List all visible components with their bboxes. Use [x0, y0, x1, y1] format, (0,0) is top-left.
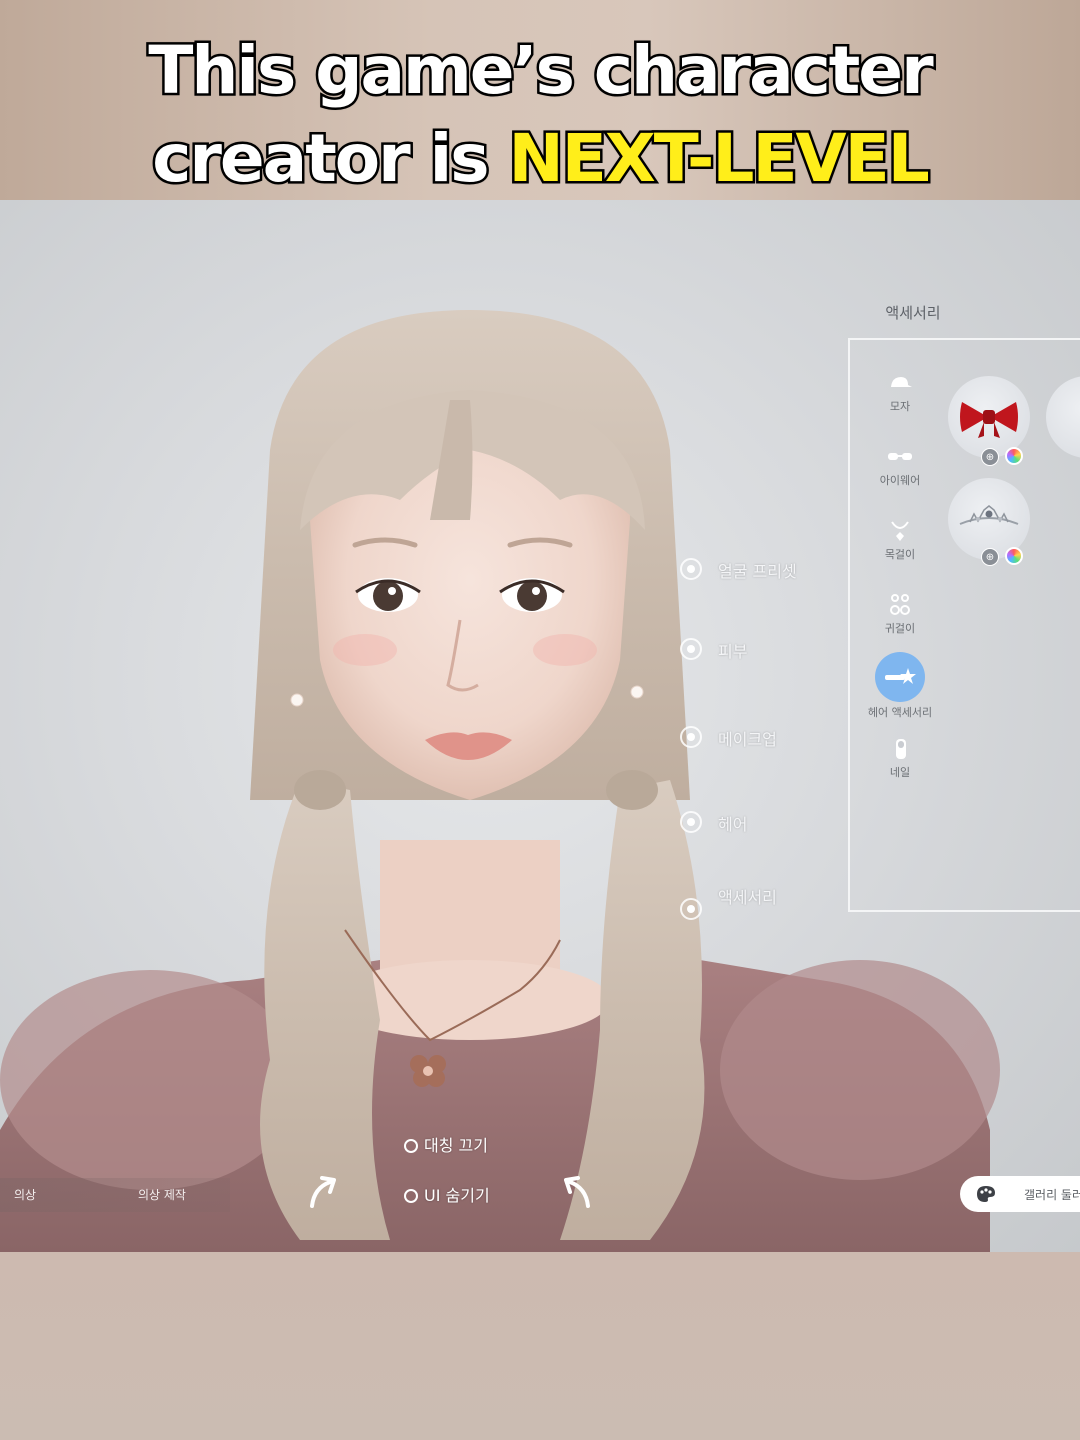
menu-label: 피부: [718, 642, 748, 661]
menu-dot: [680, 638, 702, 660]
toggle-label: UI 숨기기: [424, 1186, 490, 1205]
caption-line-1: This game’s character: [146, 30, 936, 112]
tab-costume-craft[interactable]: 의상 제작: [138, 1186, 186, 1203]
bottom-tab-bar: 의상 의상 제작: [0, 1178, 230, 1212]
menu-label: 얼굴 프리셋: [718, 562, 797, 581]
eyewear-icon: [888, 453, 912, 460]
palette-icon: [977, 1186, 995, 1202]
ribbon-icon: [960, 402, 1018, 438]
caption-highlight: NEXT-LEVEL: [506, 118, 932, 200]
category-necklace[interactable]: 목걸이: [862, 518, 938, 562]
category-label: 귀걸이: [884, 622, 916, 635]
nail-icon: [896, 739, 906, 759]
lock-icon: ⊕: [981, 448, 999, 466]
item-red-ribbon[interactable]: [948, 376, 1030, 458]
redo-arrow-icon[interactable]: [306, 1170, 340, 1210]
menu-label: 메이크업: [718, 730, 777, 749]
hair-accessory-icon: [885, 668, 916, 684]
category-nail[interactable]: 네일: [862, 736, 938, 780]
active-category-bubble: [875, 652, 925, 702]
color-wheel-icon[interactable]: [1005, 547, 1023, 565]
lock-icon: ⊕: [981, 548, 999, 566]
caption-banner: This game’s character creator is NEXT-LE…: [0, 0, 1080, 200]
caption-line-2: creator is NEXT-LEVEL: [0, 118, 1080, 200]
hat-icon: [891, 377, 912, 387]
necklace-icon: [891, 521, 909, 541]
category-label: 모자: [889, 400, 911, 413]
hide-ui-toggle[interactable]: UI 숨기기: [404, 1182, 490, 1206]
menu-label: 액세서리: [718, 888, 777, 907]
undo-arrow-icon[interactable]: [560, 1170, 594, 1210]
earring-icon: [890, 594, 910, 615]
category-label: 목걸이: [884, 548, 916, 561]
gallery-button[interactable]: 갤러리 둘러: [960, 1176, 1080, 1212]
menu-label: 헤어: [718, 815, 748, 834]
category-label: 네일: [889, 766, 911, 779]
caption-prefix: creator is: [150, 118, 509, 200]
category-eyewear[interactable]: 아이웨어: [862, 444, 938, 488]
category-label: 헤어 액세서리: [867, 706, 933, 719]
color-wheel-icon[interactable]: [1005, 447, 1023, 465]
category-hat[interactable]: 모자: [862, 370, 938, 414]
tab-costume[interactable]: 의상: [14, 1186, 36, 1203]
category-label: 아이웨어: [879, 474, 921, 487]
symmetry-toggle[interactable]: 대칭 끄기: [404, 1132, 488, 1156]
panel-title: 액세서리: [885, 304, 941, 322]
category-earring[interactable]: 귀걸이: [862, 592, 938, 636]
gallery-label: 갤러리 둘러: [1024, 1188, 1080, 1202]
game-viewport: 액세서리 모자 아이웨어 목걸이 귀걸이 헤어 액세서리 네일 ⊕ ⊕ 얼굴 프…: [0, 200, 1080, 1252]
toggle-ring: [404, 1189, 418, 1203]
menu-dot: [680, 811, 702, 833]
toggle-ring: [404, 1139, 418, 1153]
category-hair-accessory[interactable]: 헤어 액세서리: [862, 652, 938, 720]
bottom-blur-strip: [0, 1252, 1080, 1440]
menu-dot: [680, 898, 702, 920]
menu-dot: [680, 558, 702, 580]
toggle-label: 대칭 끄기: [424, 1136, 488, 1155]
menu-dot: [680, 726, 702, 748]
